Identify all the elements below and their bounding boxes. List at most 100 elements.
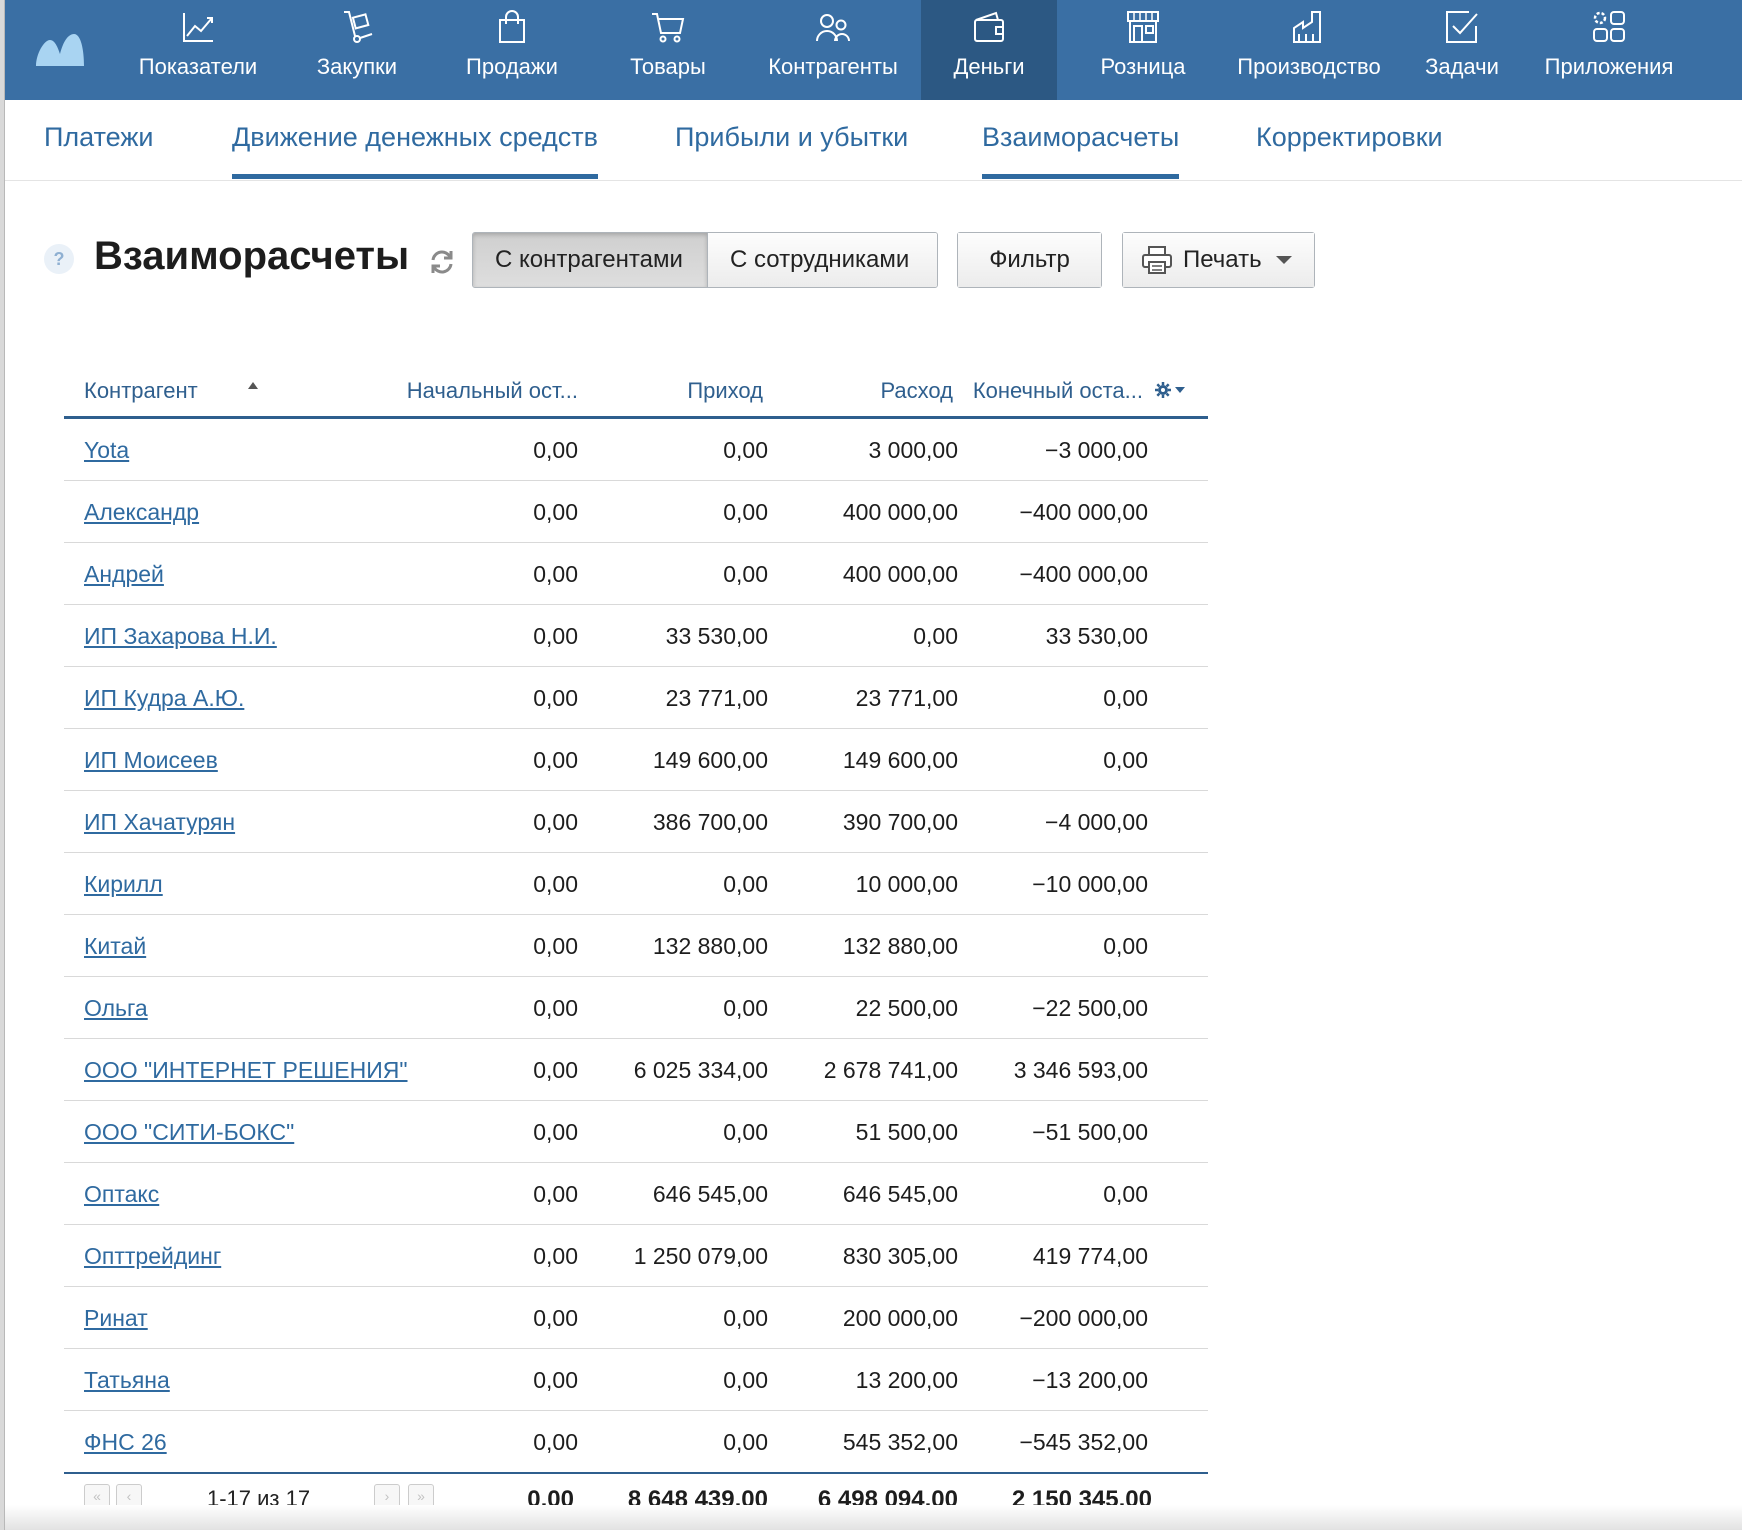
nav-item-counterparties[interactable]: Контрагенты: [745, 0, 921, 100]
opening-balance: 0,00: [533, 747, 578, 773]
opening-balance: 0,00: [533, 809, 578, 835]
table-row: Yota 0,00 0,00 3 000,00 −3 000,00: [64, 419, 1208, 481]
table-row: Опттрейдинг 0,00 1 250 079,00 830 305,00 419…: [64, 1225, 1208, 1287]
tab-payments[interactable]: Платежи: [44, 122, 154, 153]
checkbox-icon: [1446, 11, 1478, 43]
counterparty-link[interactable]: Опттрейдинг: [84, 1243, 221, 1270]
nav-item-tasks[interactable]: Задачи: [1389, 0, 1535, 100]
nav-item-production[interactable]: Производство: [1229, 0, 1389, 100]
closing-balance: 0,00: [1103, 933, 1148, 959]
nav-item-money[interactable]: Деньги: [921, 0, 1057, 100]
tab-profit-loss[interactable]: Прибыли и убытки: [675, 122, 908, 153]
col-opening-balance[interactable]: Начальный ост...: [407, 378, 578, 404]
income: 386 700,00: [652, 809, 768, 835]
income: 1 250 079,00: [633, 1243, 768, 1269]
opening-balance: 0,00: [533, 437, 578, 463]
table-row: ИП Хачатурян 0,00 386 700,00 390 700,00 −4 0…: [64, 791, 1208, 853]
opening-balance: 0,00: [533, 561, 578, 587]
column-settings[interactable]: [1154, 381, 1185, 399]
income: 0,00: [723, 1367, 768, 1393]
table-row: Китай 0,00 132 880,00 132 880,00 0,00: [64, 915, 1208, 977]
expense: 400 000,00: [842, 499, 958, 525]
closing-balance: −13 200,00: [1032, 1367, 1148, 1393]
col-closing-balance[interactable]: Конечный оста...: [973, 378, 1143, 404]
tab-adjustments[interactable]: Корректировки: [1256, 122, 1443, 153]
print-label: Печать: [1183, 246, 1262, 273]
nav-item-indicators[interactable]: Показатели: [115, 0, 281, 100]
counterparty-link[interactable]: Татьяна: [84, 1367, 170, 1394]
tab-cash-flow[interactable]: Движение денежных средств: [232, 122, 598, 179]
print-button[interactable]: Печать: [1122, 232, 1315, 288]
counterparty-link[interactable]: ФНС 26: [84, 1429, 167, 1456]
expense: 545 352,00: [842, 1429, 958, 1455]
counterparties-toggle[interactable]: С контрагентами: [473, 233, 707, 287]
income: 0,00: [723, 995, 768, 1021]
income: 33 530,00: [665, 623, 768, 649]
counterparty-link[interactable]: Ольга: [84, 995, 148, 1022]
counterparty-link[interactable]: Андрей: [84, 561, 164, 588]
expense: 51 500,00: [855, 1119, 958, 1145]
income: 149 600,00: [652, 747, 768, 773]
opening-balance: 0,00: [533, 933, 578, 959]
income: 0,00: [723, 1119, 768, 1145]
nav-item-apps[interactable]: Приложения: [1535, 0, 1683, 100]
counterparty-link[interactable]: Yota: [84, 437, 129, 464]
col-income[interactable]: Приход: [687, 378, 763, 404]
logo-icon: [36, 34, 84, 66]
counterparty-link[interactable]: Ринат: [84, 1305, 148, 1332]
income: 0,00: [723, 561, 768, 587]
opening-balance: 0,00: [533, 1057, 578, 1083]
opening-balance: 0,00: [533, 623, 578, 649]
income: 23 771,00: [665, 685, 768, 711]
expense: 23 771,00: [855, 685, 958, 711]
expense: 400 000,00: [842, 561, 958, 587]
printer-icon: [1142, 246, 1172, 274]
opening-balance: 0,00: [533, 871, 578, 897]
income: 646 545,00: [652, 1181, 768, 1207]
counterparty-link[interactable]: ООО "ИНТЕРНЕТ РЕШЕНИЯ": [84, 1057, 408, 1084]
top-navigation: Показатели Закупки Продажи Товары Контра…: [5, 0, 1742, 100]
income: 0,00: [723, 871, 768, 897]
income: 132 880,00: [652, 933, 768, 959]
nav-item-purchases[interactable]: Закупки: [281, 0, 433, 100]
counterparty-link[interactable]: Кирилл: [84, 871, 163, 898]
counterparty-link[interactable]: Оптакс: [84, 1181, 159, 1208]
income: 6 025 334,00: [633, 1057, 768, 1083]
employees-toggle[interactable]: С сотрудниками: [707, 233, 937, 287]
opening-balance: 0,00: [533, 685, 578, 711]
closing-balance: 33 530,00: [1045, 623, 1148, 649]
browser-edge: [0, 0, 5, 1530]
table-body: Yota 0,00 0,00 3 000,00 −3 000,00 Александр 0…: [64, 419, 1208, 1473]
filter-button[interactable]: Фильтр: [958, 233, 1101, 287]
counterparty-link[interactable]: ИП Моисеев: [84, 747, 218, 774]
people-icon: [816, 14, 850, 42]
expense: 646 545,00: [842, 1181, 958, 1207]
counterparty-link[interactable]: ООО "СИТИ-БОКС": [84, 1119, 294, 1146]
opening-balance: 0,00: [533, 1367, 578, 1393]
counterparty-link[interactable]: ИП Кудра А.Ю.: [84, 685, 244, 712]
opening-balance: 0,00: [533, 995, 578, 1021]
closing-balance: −10 000,00: [1032, 871, 1148, 897]
expense: 22 500,00: [855, 995, 958, 1021]
nav-label: Закупки: [316, 54, 398, 79]
help-icon[interactable]: ?: [44, 244, 74, 274]
opening-balance: 0,00: [533, 499, 578, 525]
counterparty-link[interactable]: Китай: [84, 933, 146, 960]
col-expense[interactable]: Расход: [880, 378, 953, 404]
nav-item-retail[interactable]: Розница: [1057, 0, 1229, 100]
closing-balance: −3 000,00: [1045, 437, 1148, 463]
nav-item-goods[interactable]: Товары: [591, 0, 745, 100]
counterparty-link[interactable]: ИП Захарова Н.И.: [84, 623, 277, 650]
col-counterparty[interactable]: Контрагент: [84, 378, 258, 404]
shopping-cart-icon: [652, 13, 685, 43]
tab-settlements[interactable]: Взаиморасчеты: [982, 122, 1180, 179]
table-row: Андрей 0,00 0,00 400 000,00 −400 000,00: [64, 543, 1208, 605]
shopping-bag-icon: [499, 10, 525, 43]
nav-label: Деньги: [953, 54, 1025, 79]
factory-icon: [1293, 11, 1321, 43]
refresh-icon[interactable]: [428, 248, 456, 276]
counterparty-link[interactable]: Александр: [84, 499, 199, 526]
app-logo[interactable]: [5, 0, 115, 100]
nav-item-sales[interactable]: Продажи: [433, 0, 591, 100]
counterparty-link[interactable]: ИП Хачатурян: [84, 809, 235, 836]
